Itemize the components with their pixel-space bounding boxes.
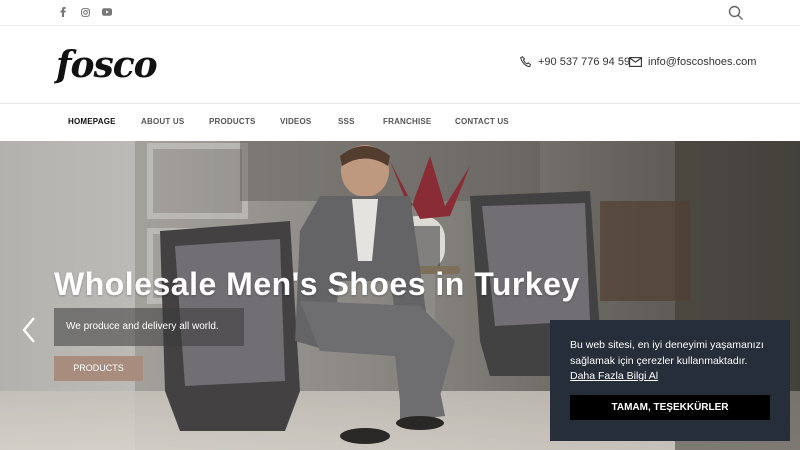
cookie-more-info-link[interactable]: Daha Fazla Bilgi Al	[570, 370, 658, 382]
nav-item-contact-us[interactable]: CONTACT US	[455, 117, 509, 126]
search-icon[interactable]	[728, 5, 744, 21]
mail-icon	[629, 57, 642, 67]
nav-item-about-us[interactable]: ABOUT US	[141, 117, 184, 126]
main-navigation: HOMEPAGE ABOUT US PRODUCTS VIDEOS SSS FR…	[0, 104, 800, 141]
instagram-icon[interactable]	[80, 6, 90, 18]
brand-logo[interactable]: fosco	[56, 44, 158, 86]
slider-prev-arrow[interactable]	[20, 316, 38, 344]
nav-item-videos[interactable]: VIDEOS	[280, 117, 311, 126]
email-contact[interactable]: info@foscoshoes.com	[629, 56, 756, 68]
nav-item-franchise[interactable]: FRANCHISE	[383, 117, 431, 126]
email-address: info@foscoshoes.com	[648, 56, 757, 68]
hero-title: Wholesale Men's Shoes in Turkey	[54, 266, 580, 302]
hero-subtitle: We produce and delivery all world.	[54, 308, 244, 346]
cookie-message: Bu web sitesi, en iyi deneyimi yaşamanız…	[570, 338, 770, 385]
phone-icon	[520, 56, 532, 68]
youtube-icon[interactable]	[102, 6, 112, 18]
nav-item-homepage[interactable]: HOMEPAGE	[68, 117, 116, 126]
facebook-icon[interactable]	[58, 6, 68, 18]
site-header: fosco +90 537 776 94 59 info@foscoshoes.…	[0, 26, 800, 104]
cookie-accept-button[interactable]: TAMAM, TEŞEKKÜRLER	[570, 395, 770, 420]
phone-contact[interactable]: +90 537 776 94 59	[520, 56, 630, 68]
nav-item-sss[interactable]: SSS	[338, 117, 355, 126]
phone-number: +90 537 776 94 59	[538, 56, 631, 68]
nav-item-products[interactable]: PRODUCTS	[209, 117, 256, 126]
cookie-message-text: Bu web sitesi, en iyi deneyimi yaşamanız…	[570, 339, 764, 367]
hero-products-button[interactable]: PRODUCTS	[54, 356, 143, 381]
top-bar	[0, 0, 800, 26]
social-links	[58, 6, 112, 18]
cookie-consent-banner: Bu web sitesi, en iyi deneyimi yaşamanız…	[550, 320, 790, 441]
